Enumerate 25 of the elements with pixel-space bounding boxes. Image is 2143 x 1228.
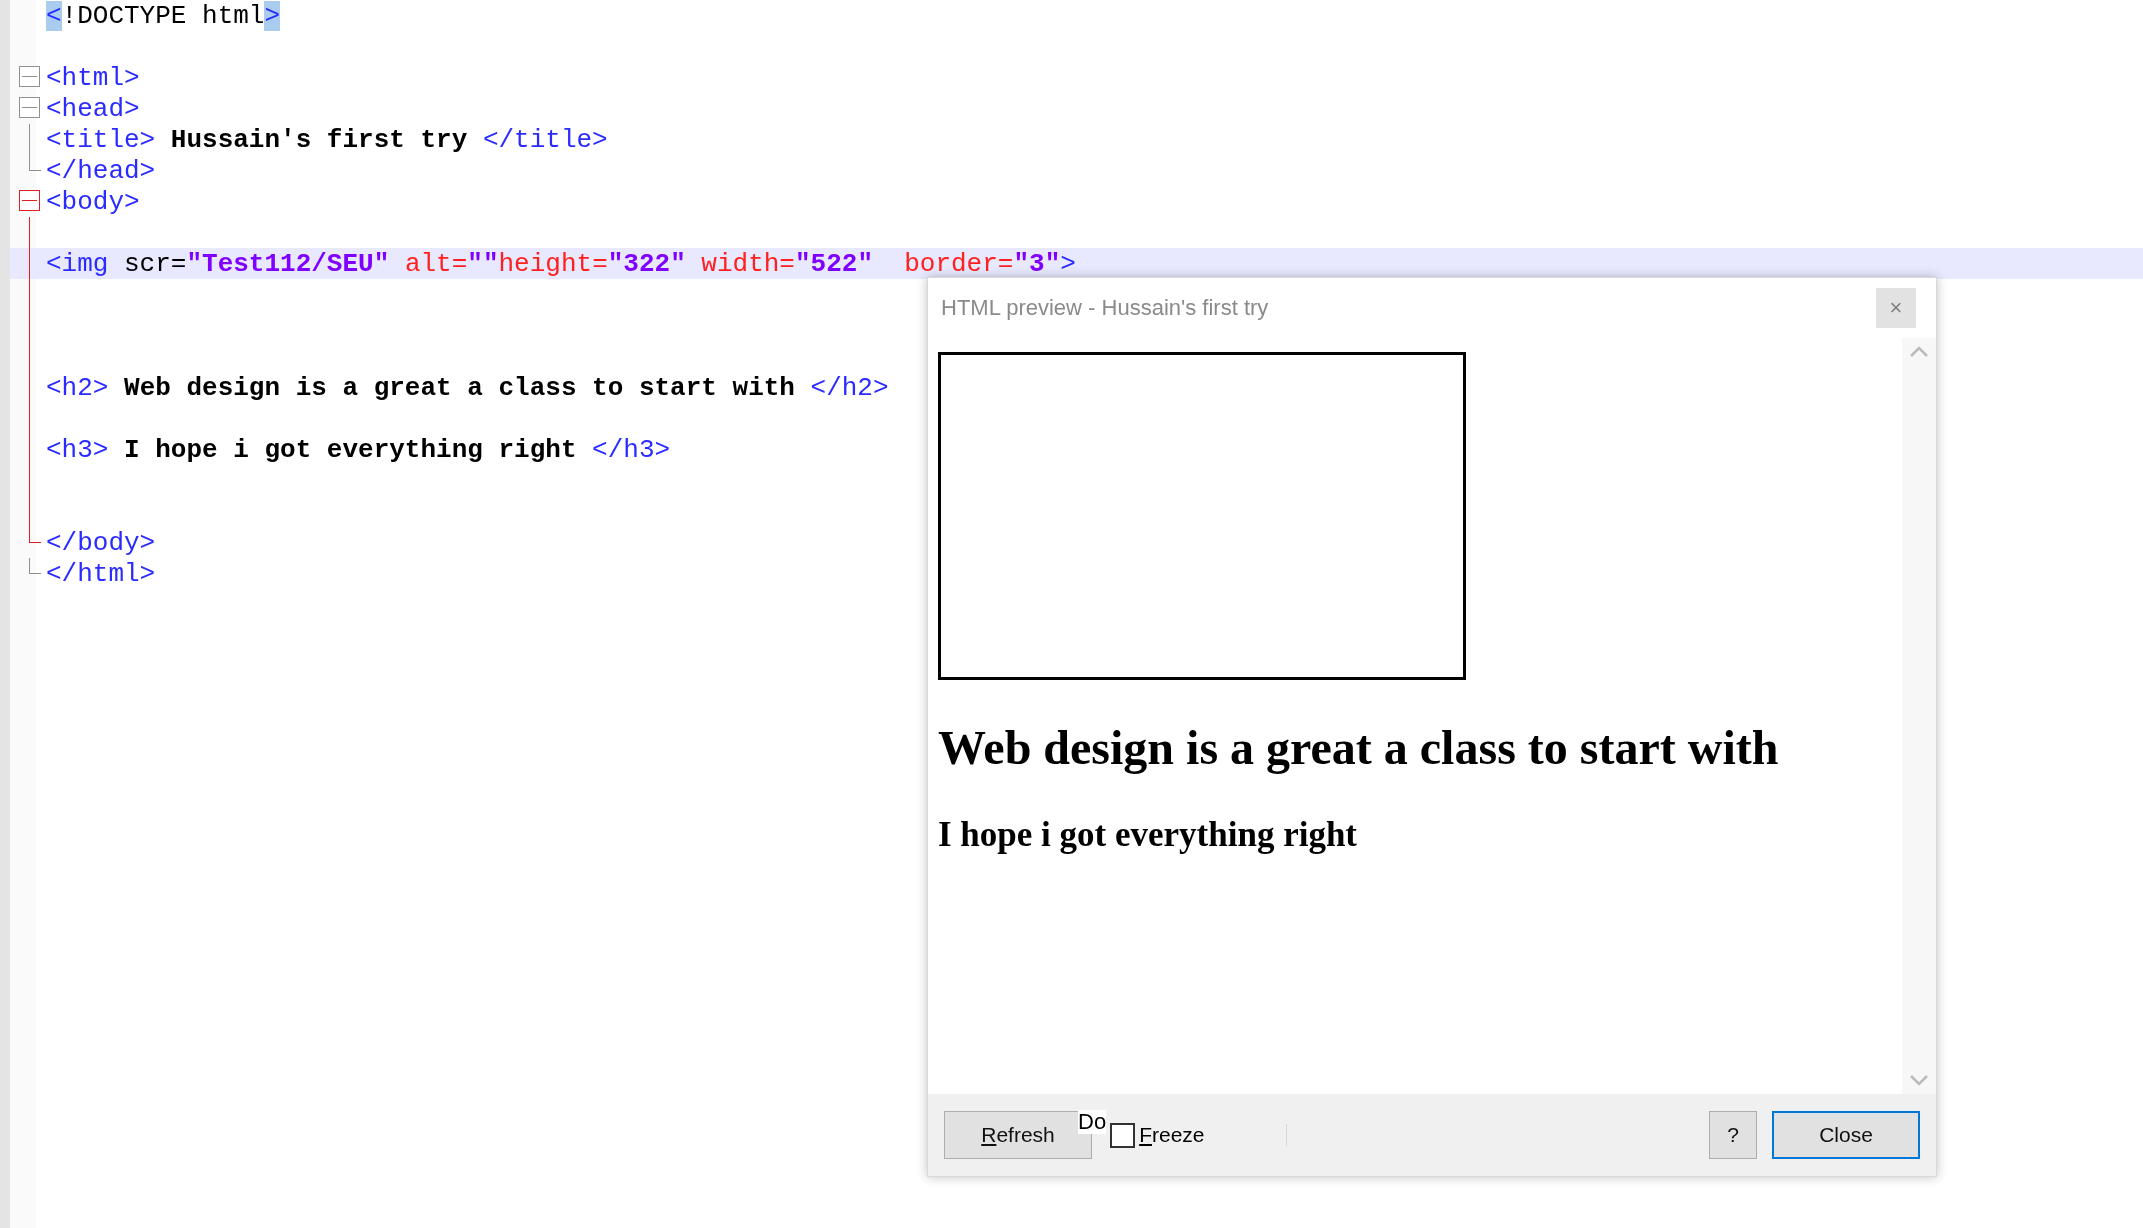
code-line: <h3> I hope i got everything right </h3> bbox=[45, 434, 671, 465]
code-line: </html> bbox=[45, 558, 156, 589]
help-button[interactable]: ? bbox=[1709, 1111, 1757, 1159]
code-line: </body> bbox=[45, 527, 156, 558]
code-line: <head> bbox=[45, 93, 140, 124]
code-line: <h2> Web design is a great a class to start with </h2> bbox=[45, 372, 889, 403]
code-line: <img scr="Test112/SEU" alt=""height="322" width="522" border="3"> bbox=[45, 248, 1076, 279]
text-fragment: Do bbox=[1078, 1110, 1107, 1134]
fold-box-icon[interactable] bbox=[19, 66, 41, 88]
scrollbar[interactable] bbox=[1902, 338, 1936, 1094]
code-line: </head> bbox=[45, 155, 156, 186]
close-dialog-button[interactable]: Close bbox=[1772, 1111, 1920, 1159]
preview-subheading: I hope i got everything right bbox=[938, 815, 1358, 855]
code-line: <!DOCTYPE html> bbox=[45, 0, 281, 31]
freeze-label: Freeze bbox=[1139, 1123, 1205, 1147]
scroll-up-icon[interactable] bbox=[1909, 346, 1929, 358]
scroll-down-icon[interactable] bbox=[1909, 1074, 1929, 1086]
fold-box-icon[interactable] bbox=[19, 190, 41, 212]
preview-heading: Web design is a great a class to start with bbox=[938, 720, 1780, 775]
code-line: <body> bbox=[45, 186, 140, 217]
freeze-checkbox[interactable]: Freeze bbox=[1110, 1122, 1205, 1148]
dialog-title: HTML preview - Hussain's first try bbox=[941, 295, 1269, 321]
code-line: <title> Hussain's first try </title> bbox=[45, 124, 608, 155]
fold-box-icon[interactable] bbox=[19, 97, 41, 119]
code-line: <html> bbox=[45, 62, 140, 93]
